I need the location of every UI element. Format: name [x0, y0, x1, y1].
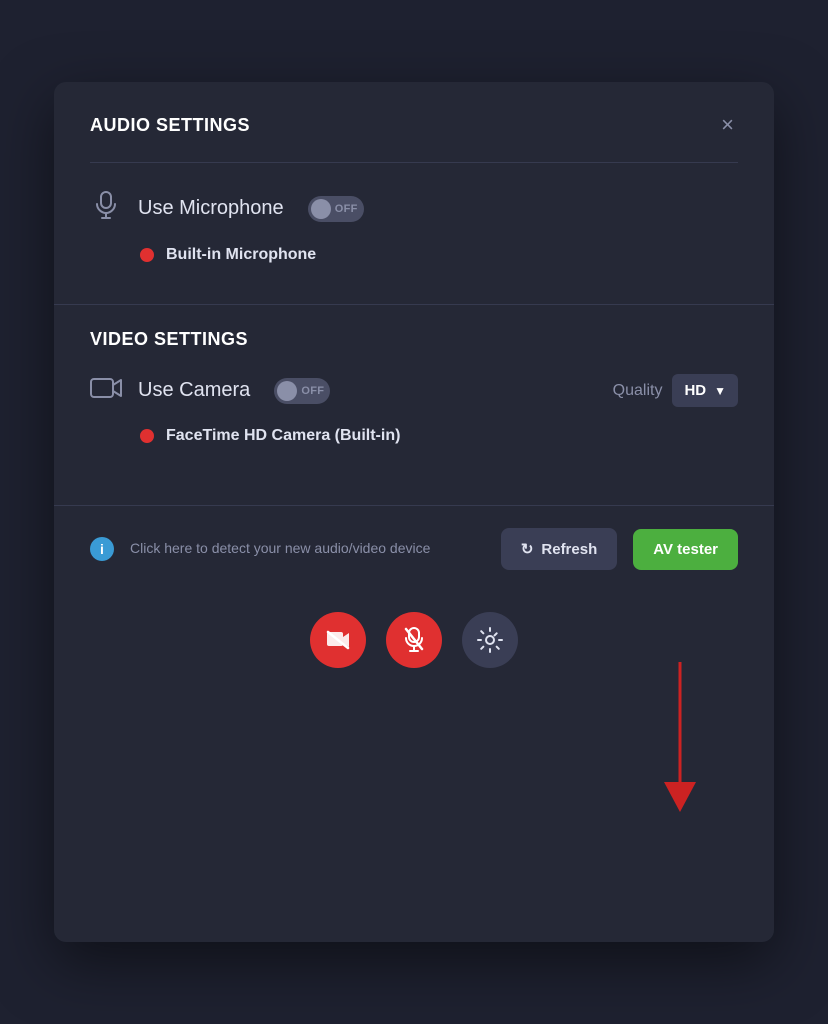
chevron-down-icon: ▼ — [714, 384, 726, 398]
close-button[interactable]: × — [717, 110, 738, 140]
video-off-button[interactable] — [310, 612, 366, 668]
microphone-device-row: Built-in Microphone — [90, 246, 738, 264]
camera-row: Use Camera OFF Quality HD ▼ — [90, 374, 738, 407]
info-text[interactable]: Click here to detect your new audio/vide… — [130, 539, 485, 559]
modal-title: AUDIO SETTINGS — [90, 115, 250, 136]
mic-off-button[interactable] — [386, 612, 442, 668]
microphone-label: Use Microphone — [138, 197, 284, 220]
camera-toggle[interactable]: OFF — [274, 378, 330, 404]
footer-content: i Click here to detect your new audio/vi… — [54, 506, 774, 592]
refresh-icon: ↻ — [521, 540, 534, 558]
video-section: Use Camera OFF Quality HD ▼ — [54, 350, 774, 505]
modal-header: AUDIO SETTINGS × — [54, 82, 774, 162]
microphone-device-indicator — [140, 248, 154, 262]
quality-label: Quality — [613, 382, 663, 400]
camera-icon — [90, 376, 122, 406]
audio-section: Use Microphone OFF Built-in Microphone — [54, 163, 774, 304]
bottom-toolbar — [54, 592, 774, 698]
microphone-toggle[interactable]: OFF — [308, 196, 364, 222]
refresh-button[interactable]: ↻ Refresh — [501, 528, 617, 570]
video-section-header: VIDEO SETTINGS — [54, 305, 774, 350]
camera-device-indicator — [140, 429, 154, 443]
refresh-label: Refresh — [541, 541, 597, 558]
quality-dropdown[interactable]: HD ▼ — [672, 374, 738, 407]
quality-value: HD — [684, 382, 706, 399]
microphone-row: Use Microphone OFF — [90, 191, 738, 226]
microphone-device-name: Built-in Microphone — [166, 246, 316, 264]
camera-device-name: FaceTime HD Camera (Built-in) — [166, 427, 400, 445]
microphone-icon — [90, 191, 122, 226]
av-tester-button[interactable]: AV tester — [633, 529, 738, 570]
video-section-title: VIDEO SETTINGS — [90, 329, 248, 349]
quality-area: Quality HD ▼ — [613, 374, 738, 407]
settings-button[interactable] — [462, 612, 518, 668]
camera-label: Use Camera — [138, 379, 250, 402]
camera-device-row: FaceTime HD Camera (Built-in) — [90, 427, 738, 445]
info-icon[interactable]: i — [90, 537, 114, 561]
audio-settings-modal: AUDIO SETTINGS × Use Microphone — [54, 82, 774, 942]
